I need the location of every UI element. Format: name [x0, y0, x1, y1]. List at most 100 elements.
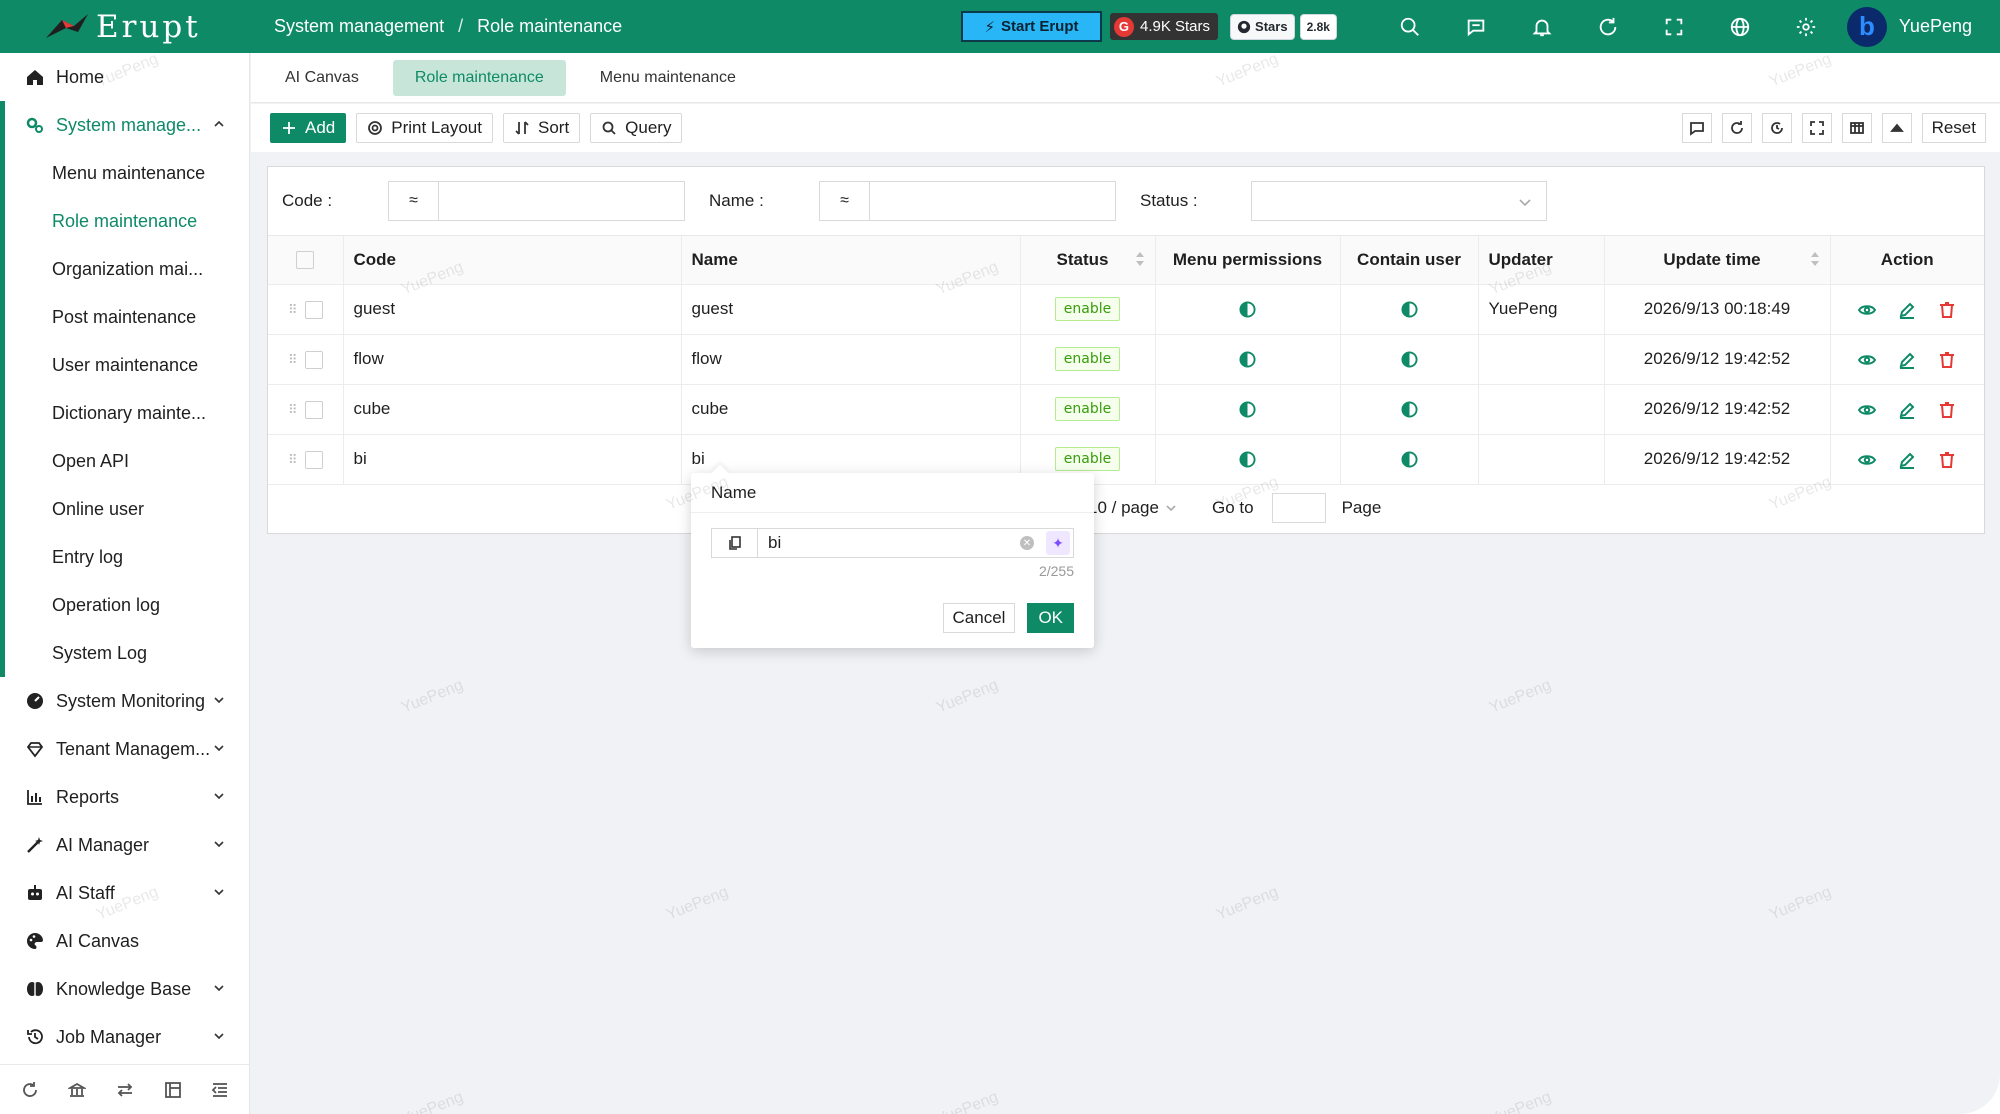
- name-edit-value[interactable]: bi: [768, 533, 1020, 553]
- auto-refresh-button[interactable]: [1761, 113, 1792, 143]
- sidebar-item-ai-canvas[interactable]: AI Canvas: [0, 917, 249, 965]
- add-button[interactable]: Add: [270, 113, 347, 143]
- chat-icon[interactable]: [1443, 0, 1509, 53]
- cancel-button[interactable]: Cancel: [942, 603, 1016, 633]
- sidebar-item-home[interactable]: Home: [0, 53, 249, 101]
- refresh-icon[interactable]: [1575, 0, 1641, 53]
- logo[interactable]: Erupt: [0, 9, 252, 45]
- columns-button[interactable]: [1841, 113, 1872, 143]
- copy-icon[interactable]: [712, 529, 758, 557]
- tab-ai-canvas[interactable]: AI Canvas: [263, 60, 381, 96]
- code-filter-input[interactable]: [438, 181, 685, 221]
- column-header-updater[interactable]: Updater: [1478, 236, 1605, 285]
- cell-name[interactable]: guest: [681, 284, 1021, 335]
- name-operator[interactable]: ≈: [819, 181, 869, 221]
- table-row[interactable]: ⠿ flow flow enable 2026/9/12 19:42:52: [268, 334, 1984, 385]
- sidebar-item-dictionary-maintenance[interactable]: Dictionary mainte...: [0, 389, 249, 437]
- sidebar-item-ai-manager[interactable]: AI Manager: [0, 821, 249, 869]
- sidebar-item-entry-log[interactable]: Entry log: [0, 533, 249, 581]
- table-row[interactable]: ⠿ guest guest enable YuePeng 2026/9/13 0…: [268, 284, 1984, 335]
- cell-contain-user[interactable]: [1340, 284, 1479, 335]
- name-edit-field[interactable]: bi ✕ ✦: [711, 528, 1074, 558]
- breadcrumb-item[interactable]: System management: [274, 16, 444, 37]
- edit-icon[interactable]: [1898, 351, 1916, 369]
- ok-button[interactable]: OK: [1027, 603, 1074, 633]
- drag-handle-icon[interactable]: ⠿: [288, 302, 297, 317]
- bell-icon[interactable]: [1509, 0, 1575, 53]
- half-circle-icon[interactable]: [1400, 401, 1418, 418]
- column-header-code[interactable]: Code: [343, 236, 682, 285]
- github-stars-badge[interactable]: Stars 2.8k: [1230, 13, 1337, 40]
- table-row[interactable]: ⠿ cube cube enable 2026/9/12 19:42:52: [268, 384, 1984, 435]
- sort-icon[interactable]: [1810, 250, 1820, 268]
- table-row[interactable]: ⠿ bi bi enable 2026/9/12 19:42:52: [268, 434, 1984, 485]
- sidebar-item-system-log[interactable]: System Log: [0, 629, 249, 677]
- half-circle-icon[interactable]: [1239, 301, 1256, 318]
- row-checkbox[interactable]: [304, 400, 323, 419]
- query-button[interactable]: Query: [590, 113, 683, 143]
- start-erupt-button[interactable]: ⚡ Start Erupt: [960, 11, 1102, 42]
- reload-icon[interactable]: [21, 1081, 39, 1099]
- eye-icon[interactable]: [1858, 301, 1877, 319]
- sort-button[interactable]: Sort: [502, 113, 581, 143]
- collapse-search-button[interactable]: [1881, 113, 1912, 143]
- eye-icon[interactable]: [1858, 351, 1877, 369]
- cell-contain-user[interactable]: [1340, 334, 1479, 385]
- sort-icon[interactable]: [1135, 250, 1145, 268]
- delete-icon[interactable]: [1938, 351, 1956, 369]
- half-circle-icon[interactable]: [1239, 451, 1256, 468]
- column-header-status[interactable]: Status: [1020, 236, 1156, 285]
- user-menu[interactable]: b YuePeng: [1846, 6, 1972, 47]
- edit-icon[interactable]: [1898, 451, 1916, 469]
- chat-button[interactable]: [1681, 113, 1712, 143]
- status-filter-select[interactable]: [1251, 181, 1547, 221]
- reset-button[interactable]: Reset: [1921, 113, 1986, 143]
- cell-menu-permissions[interactable]: [1155, 434, 1341, 485]
- swap-icon[interactable]: [116, 1081, 134, 1099]
- cell-name[interactable]: cube: [681, 384, 1021, 435]
- sidebar-item-menu-maintenance[interactable]: Menu maintenance: [0, 149, 249, 197]
- goto-page-input[interactable]: [1271, 493, 1326, 523]
- fullscreen-button[interactable]: [1801, 113, 1832, 143]
- breadcrumb-item[interactable]: Role maintenance: [477, 16, 622, 37]
- cell-menu-permissions[interactable]: [1155, 384, 1341, 435]
- cell-menu-permissions[interactable]: [1155, 334, 1341, 385]
- sidebar-item-role-maintenance[interactable]: Role maintenance: [0, 197, 249, 245]
- row-checkbox[interactable]: [304, 450, 323, 469]
- row-checkbox[interactable]: [304, 350, 323, 369]
- sidebar-item-tenant-management[interactable]: Tenant Managem...: [0, 725, 249, 773]
- drag-handle-icon[interactable]: ⠿: [288, 452, 297, 467]
- github-stars-button[interactable]: Stars: [1230, 13, 1295, 40]
- page-size-select[interactable]: 10 / page: [1088, 493, 1177, 523]
- edit-icon[interactable]: [1898, 301, 1916, 319]
- sidebar-item-open-api[interactable]: Open API: [0, 437, 249, 485]
- ai-sparkle-icon[interactable]: ✦: [1046, 531, 1070, 555]
- delete-icon[interactable]: [1938, 301, 1956, 319]
- refresh-button[interactable]: [1721, 113, 1752, 143]
- cell-contain-user[interactable]: [1340, 434, 1479, 485]
- column-header-menu-permissions[interactable]: Menu permissions: [1155, 236, 1341, 285]
- collapse-menu-icon[interactable]: [211, 1081, 229, 1099]
- sidebar-item-reports[interactable]: Reports: [0, 773, 249, 821]
- tab-role-maintenance[interactable]: Role maintenance: [392, 59, 566, 96]
- tab-menu-maintenance[interactable]: Menu maintenance: [578, 60, 758, 96]
- half-circle-icon[interactable]: [1239, 401, 1256, 418]
- column-header-update-time[interactable]: Update time: [1604, 236, 1831, 285]
- edit-icon[interactable]: [1898, 401, 1916, 419]
- code-operator[interactable]: ≈: [388, 181, 438, 221]
- half-circle-icon[interactable]: [1239, 351, 1256, 368]
- sidebar-item-knowledge-base[interactable]: Knowledge Base: [0, 965, 249, 1013]
- drag-handle-icon[interactable]: ⠿: [288, 402, 297, 417]
- half-circle-icon[interactable]: [1400, 451, 1418, 468]
- sidebar-item-operation-log[interactable]: Operation log: [0, 581, 249, 629]
- sidebar-item-job-manager[interactable]: Job Manager: [0, 1013, 249, 1061]
- sidebar-item-ai-staff[interactable]: AI Staff: [0, 869, 249, 917]
- delete-icon[interactable]: [1938, 451, 1956, 469]
- cell-contain-user[interactable]: [1340, 384, 1479, 435]
- fullscreen-icon[interactable]: [1641, 0, 1707, 53]
- eye-icon[interactable]: [1858, 451, 1877, 469]
- drag-handle-icon[interactable]: ⠿: [288, 352, 297, 367]
- sidebar-item-system-monitoring[interactable]: System Monitoring: [0, 677, 249, 725]
- sidebar-item-user-maintenance[interactable]: User maintenance: [0, 341, 249, 389]
- half-circle-icon[interactable]: [1400, 301, 1418, 318]
